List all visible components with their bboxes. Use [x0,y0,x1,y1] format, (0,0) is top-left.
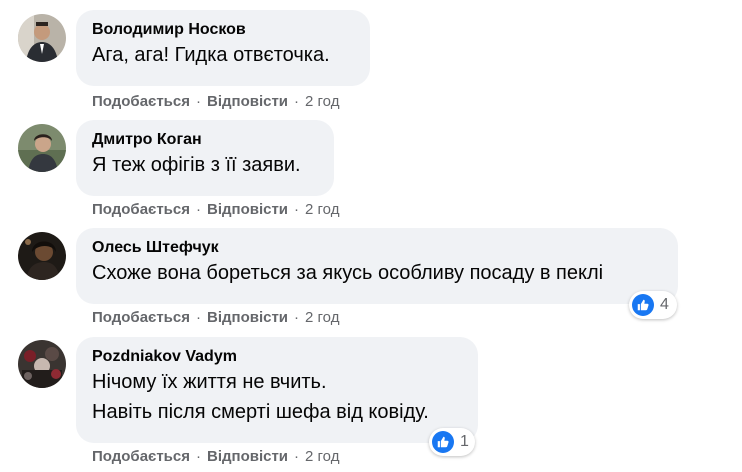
reaction-badge[interactable]: 1 [429,428,475,456]
comment-actions: Подобається · Відповісти · 2 год [92,447,339,467]
like-icon [432,431,454,453]
avatar[interactable] [18,14,66,62]
like-button[interactable]: Подобається [92,201,190,218]
reply-button[interactable]: Відповісти [207,201,288,218]
comment-author[interactable]: Дмитро Коган [92,129,318,150]
separator: · [195,309,201,326]
reaction-count: 4 [660,296,669,313]
avatar[interactable] [18,340,66,388]
reply-button[interactable]: Відповісти [207,93,288,110]
reaction-badge[interactable]: 4 [629,291,677,319]
comment-bubble: Володимир Носков Ага, ага! Гидка отвєточ… [76,10,370,86]
comment-time[interactable]: 2 год [305,201,339,218]
comment-time[interactable]: 2 год [305,93,339,110]
reaction-count: 1 [460,433,469,450]
comment-author[interactable]: Володимир Носков [92,19,354,40]
avatar[interactable] [18,124,66,172]
comment-text: Я теж офігів з її заяви. [92,154,301,176]
comment-text: Нічому їх життя не вчить. [92,371,327,393]
like-icon [632,294,654,316]
comment-actions: Подобається · Відповісти · 2 год [92,92,339,112]
like-button[interactable]: Подобається [92,93,190,110]
comment-bubble: Дмитро Коган Я теж офігів з її заяви. [76,120,334,196]
separator: · [195,448,201,465]
separator: · [294,201,300,218]
comment-bubble: Олесь Штефчук Схоже вона бореться за яку… [76,228,678,304]
like-button[interactable]: Подобається [92,309,190,326]
comment-bubble: Pozdniakov Vadym Нічому їх життя не вчит… [76,337,478,443]
comment-author[interactable]: Pozdniakov Vadym [92,346,462,367]
reply-button[interactable]: Відповісти [207,448,288,465]
comment-text: Навіть після смерті шефа від ковіду. [92,401,429,423]
comment-text: Ага, ага! Гидка отвєточка. [92,44,330,66]
comment-text: Схоже вона бореться за якусь особливу по… [92,262,604,284]
separator: · [195,93,201,110]
reply-button[interactable]: Відповісти [207,309,288,326]
comment-time[interactable]: 2 год [305,448,339,465]
comment-actions: Подобається · Відповісти · 2 год [92,308,339,328]
separator: · [294,93,300,110]
comment-time[interactable]: 2 год [305,309,339,326]
like-button[interactable]: Подобається [92,448,190,465]
separator: · [195,201,201,218]
separator: · [294,448,300,465]
comment-actions: Подобається · Відповісти · 2 год [92,200,339,220]
separator: · [294,309,300,326]
avatar[interactable] [18,232,66,280]
comment-author[interactable]: Олесь Штефчук [92,237,662,258]
